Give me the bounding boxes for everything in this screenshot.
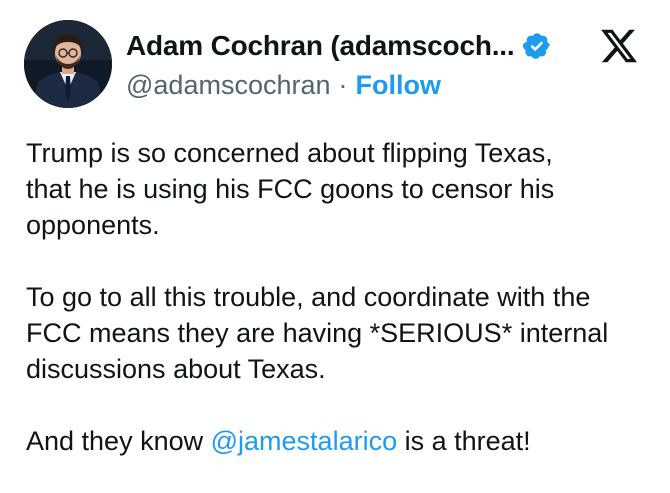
x-logo-glyph <box>601 29 638 63</box>
tweet-line: that he is using his FCC goons to censor… <box>26 174 555 204</box>
profile-photo-icon <box>24 20 112 108</box>
verified-badge-icon <box>523 33 551 59</box>
tweet-card: Adam Cochran (adamscoch... @adamscochran… <box>0 0 670 493</box>
tweet-line: To go to all this trouble, and coordinat… <box>26 282 591 312</box>
author-name-row: Adam Cochran (adamscoch... <box>126 28 552 64</box>
avatar[interactable] <box>24 20 112 108</box>
tweet-text-prefix: And they know <box>26 426 211 456</box>
tweet-text-suffix: is a threat! <box>397 426 531 456</box>
mention-link[interactable]: @jamestalarico <box>211 426 397 456</box>
tweet-paragraph-3: And they know @jamestalarico is a threat… <box>26 423 656 459</box>
tweet-line: And they know @jamestalarico is a threat… <box>26 423 656 459</box>
tweet-line: discussions about Texas. <box>26 354 326 384</box>
tweet-paragraph-2: To go to all this trouble, and coordinat… <box>26 279 656 387</box>
separator-dot: · <box>338 69 348 100</box>
tweet-line: FCC means they are having *SERIOUS* inte… <box>26 318 609 348</box>
author-display-name[interactable]: Adam Cochran (adamscoch... <box>126 30 515 62</box>
tweet-line: opponents. <box>26 210 160 240</box>
x-logo-icon[interactable] <box>597 26 641 66</box>
author-handle-row: @adamscochran · Follow <box>126 67 441 103</box>
tweet-line: Trump is so concerned about flipping Tex… <box>26 138 553 168</box>
tweet-paragraph-1: Trump is so concerned about flipping Tex… <box>26 135 656 243</box>
tweet-text: Trump is so concerned about flipping Tex… <box>26 135 656 459</box>
author-handle[interactable]: @adamscochran <box>126 70 331 101</box>
follow-button[interactable]: Follow <box>356 70 441 101</box>
